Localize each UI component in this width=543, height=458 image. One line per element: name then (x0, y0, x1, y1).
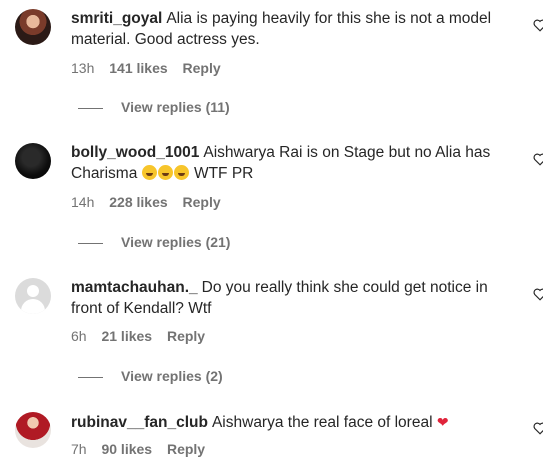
view-replies-label: View replies (2) (121, 368, 223, 384)
comment-text: bolly_wood_1001 Aishwarya Rai is on Stage… (71, 143, 523, 184)
comment-meta: 13h 141 likes Reply (71, 59, 232, 77)
comment-username[interactable]: smriti_goyal (71, 10, 162, 27)
tears-of-joy-emoji-icon (173, 164, 189, 180)
avatar-placeholder-head (27, 285, 39, 297)
tears-of-joy-emoji-icon (157, 164, 173, 180)
likes-count[interactable]: 228 likes (109, 194, 167, 210)
avatar[interactable] (15, 143, 51, 179)
tears-of-joy-emoji-icon (141, 164, 157, 180)
likes-count[interactable]: 141 likes (109, 60, 167, 76)
likes-count[interactable]: 90 likes (101, 441, 152, 457)
avatar[interactable] (15, 9, 51, 45)
comment-body-end: WTF PR (193, 164, 254, 182)
heart-outline-icon[interactable] (533, 288, 543, 301)
reply-button[interactable]: Reply (167, 328, 205, 344)
avatar[interactable] (15, 278, 51, 314)
comment-username[interactable]: rubinav__fan_club (71, 414, 208, 431)
comment-meta: 7h 90 likes Reply (71, 440, 216, 458)
comment-time: 7h (71, 441, 87, 457)
view-replies-button[interactable]: View replies (2) (78, 367, 223, 385)
heart-outline-icon[interactable] (533, 153, 543, 166)
reply-button[interactable]: Reply (183, 194, 221, 210)
red-heart-emoji-icon: ❤ (436, 414, 449, 430)
comment-meta: 14h 228 likes Reply (71, 193, 232, 211)
comment-text: mamtachauhan._ Do you really think she co… (71, 278, 523, 319)
reply-button[interactable]: Reply (183, 60, 221, 76)
divider-line (78, 242, 103, 244)
reply-button[interactable]: Reply (167, 441, 205, 457)
comment-username[interactable]: mamtachauhan._ (71, 279, 198, 296)
avatar[interactable] (15, 412, 51, 448)
comment-time: 13h (71, 60, 95, 76)
heart-outline-icon[interactable] (533, 422, 543, 435)
heart-outline-icon[interactable] (533, 19, 543, 32)
divider-line (78, 107, 103, 109)
view-replies-label: View replies (21) (121, 234, 231, 250)
comment-time: 6h (71, 328, 87, 344)
view-replies-button[interactable]: View replies (11) (78, 98, 230, 116)
comment-text: rubinav__fan_club Aishwarya the real face… (71, 412, 523, 434)
view-replies-label: View replies (11) (121, 99, 230, 115)
comment-meta: 6h 21 likes Reply (71, 327, 216, 345)
comment-body: Aishwarya the real face of loreal (211, 414, 433, 431)
view-replies-button[interactable]: View replies (21) (78, 233, 230, 251)
avatar-placeholder-body (21, 299, 45, 314)
likes-count[interactable]: 21 likes (101, 328, 152, 344)
comment-username[interactable]: bolly_wood_1001 (71, 144, 199, 161)
divider-line (78, 376, 103, 378)
comment-text: smriti_goyal Alia is paying heavily for t… (71, 9, 523, 50)
comment-time: 14h (71, 194, 95, 210)
